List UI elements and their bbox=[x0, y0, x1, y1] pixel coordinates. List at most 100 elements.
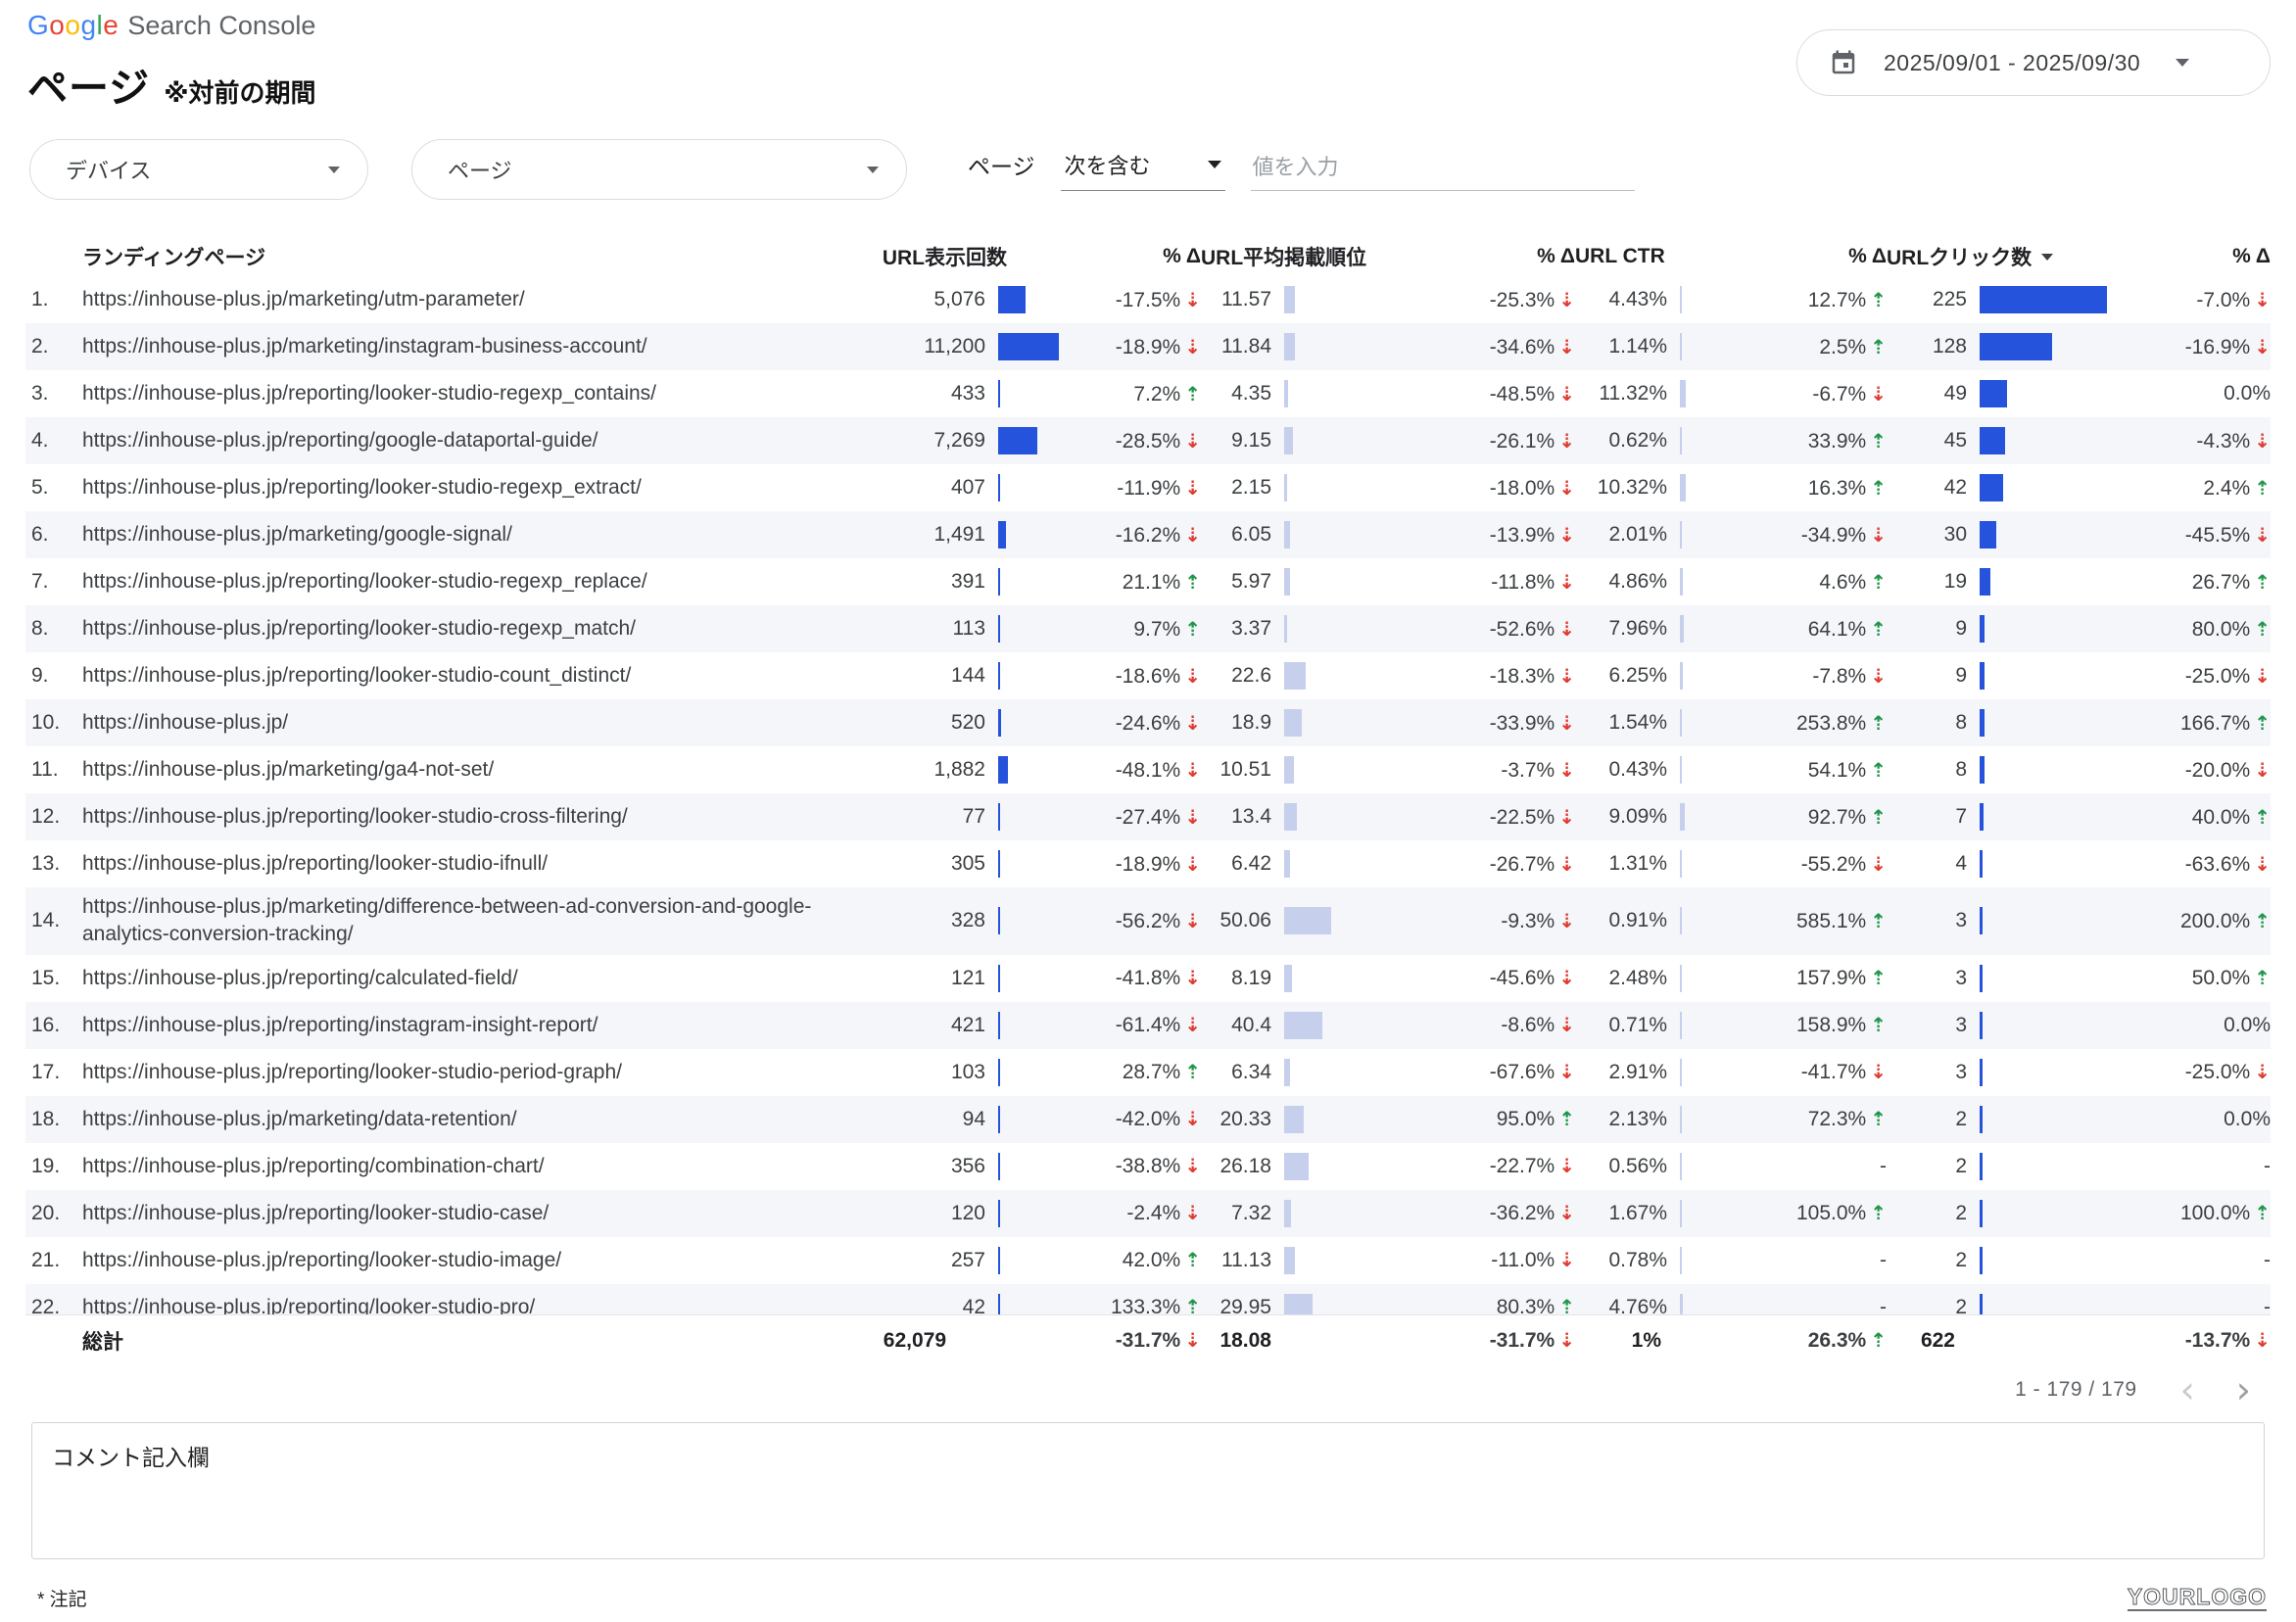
avg-position-bar-container bbox=[1279, 474, 1336, 501]
impressions-bar bbox=[998, 1012, 1000, 1039]
table-row[interactable]: 1.https://inhouse-plus.jp/marketing/utm-… bbox=[25, 276, 2271, 323]
col-header-ctr-delta[interactable]: % Δ bbox=[1693, 245, 1887, 268]
table-row[interactable]: 13.https://inhouse-plus.jp/reporting/loo… bbox=[25, 840, 2271, 887]
delta-down-icon: ⇣ bbox=[1184, 335, 1201, 358]
table-row[interactable]: 9.https://inhouse-plus.jp/reporting/look… bbox=[25, 652, 2271, 699]
row-rank: 22. bbox=[25, 1296, 82, 1314]
prev-page-icon[interactable]: ‹ bbox=[2175, 1371, 2201, 1408]
table-row[interactable]: 7.https://inhouse-plus.jp/reporting/look… bbox=[25, 558, 2271, 605]
condition-value-input[interactable] bbox=[1251, 155, 1635, 191]
table-row[interactable]: 3.https://inhouse-plus.jp/reporting/look… bbox=[25, 370, 2271, 417]
clicks-delta: 40.0%⇡ bbox=[2112, 805, 2271, 830]
avg-position-bar bbox=[1284, 333, 1295, 360]
clicks-bar bbox=[1980, 850, 1983, 878]
condition-operator-select[interactable]: 次を含む bbox=[1061, 149, 1225, 191]
col-header-avg-position[interactable]: URL平均掲載順位 bbox=[1201, 242, 1336, 271]
avg-position-value: 26.18 bbox=[1201, 1155, 1279, 1178]
impressions-value: 1,491 bbox=[856, 523, 993, 547]
col-header-clicks-delta[interactable]: % Δ bbox=[2112, 245, 2271, 268]
page-filter-dropdown[interactable]: ページ bbox=[411, 139, 907, 200]
impressions-delta: 42.0%⇡ bbox=[1062, 1248, 1201, 1272]
clicks-delta: 166.7%⇡ bbox=[2112, 711, 2271, 736]
avg-position-bar-container bbox=[1279, 850, 1336, 878]
avg-position-bar-container bbox=[1279, 756, 1336, 784]
table-row[interactable]: 16.https://inhouse-plus.jp/reporting/ins… bbox=[25, 1002, 2271, 1049]
date-range-picker[interactable]: 2025/09/01 - 2025/09/30 bbox=[1796, 29, 2271, 96]
col-header-impressions[interactable]: URL表示回数 bbox=[856, 242, 1062, 271]
row-rank: 7. bbox=[25, 570, 82, 594]
row-rank: 10. bbox=[25, 711, 82, 735]
avg-position-bar bbox=[1284, 615, 1287, 643]
avg-position-bar-container bbox=[1279, 1294, 1336, 1314]
table-row[interactable]: 15.https://inhouse-plus.jp/reporting/cal… bbox=[25, 955, 2271, 1002]
avg-position-value: 9.15 bbox=[1201, 429, 1279, 453]
table-row[interactable]: 17.https://inhouse-plus.jp/reporting/loo… bbox=[25, 1049, 2271, 1096]
table-row[interactable]: 4.https://inhouse-plus.jp/reporting/goog… bbox=[25, 417, 2271, 464]
ctr-delta: -55.2%⇣ bbox=[1693, 852, 1887, 877]
table-row[interactable]: 22.https://inhouse-plus.jp/reporting/loo… bbox=[25, 1284, 2271, 1314]
ctr-value: 2.13% bbox=[1575, 1108, 1675, 1131]
col-header-avg-position-delta[interactable]: % Δ bbox=[1336, 245, 1575, 268]
delta-down-icon: ⇣ bbox=[2254, 664, 2271, 688]
clicks-delta: -45.5%⇣ bbox=[2112, 523, 2271, 548]
delta-up-icon: ⇡ bbox=[1870, 335, 1887, 358]
table-row[interactable]: 12.https://inhouse-plus.jp/reporting/loo… bbox=[25, 793, 2271, 840]
clicks-value: 2 bbox=[1887, 1296, 1975, 1314]
table-row[interactable]: 10.https://inhouse-plus.jp/520-24.6%⇣18.… bbox=[25, 699, 2271, 746]
avg-position-delta: -9.3%⇣ bbox=[1336, 909, 1575, 933]
table-row[interactable]: 21.https://inhouse-plus.jp/reporting/loo… bbox=[25, 1237, 2271, 1284]
ctr-bar bbox=[1680, 333, 1682, 360]
table-row[interactable]: 2.https://inhouse-plus.jp/marketing/inst… bbox=[25, 323, 2271, 370]
ctr-bar-container bbox=[1675, 1106, 1693, 1133]
table-row[interactable]: 20.https://inhouse-plus.jp/reporting/loo… bbox=[25, 1190, 2271, 1237]
col-header-clicks[interactable]: URLクリック数 bbox=[1887, 242, 2112, 271]
ctr-delta: - bbox=[1693, 1296, 1887, 1314]
delta-down-icon: ⇣ bbox=[1558, 382, 1575, 406]
clicks-delta: -4.3%⇣ bbox=[2112, 429, 2271, 453]
device-filter-label: デバイス bbox=[66, 154, 151, 185]
clicks-value: 4 bbox=[1887, 852, 1975, 876]
table-row[interactable]: 5.https://inhouse-plus.jp/reporting/look… bbox=[25, 464, 2271, 511]
page-title-note: ※対前の期間 bbox=[164, 73, 315, 110]
table-row[interactable]: 18.https://inhouse-plus.jp/marketing/dat… bbox=[25, 1096, 2271, 1143]
landing-page-url: https://inhouse-plus.jp/reporting/looker… bbox=[82, 1194, 856, 1233]
avg-position-bar-container bbox=[1279, 709, 1336, 737]
landing-page-url: https://inhouse-plus.jp/reporting/instag… bbox=[82, 1006, 856, 1045]
ctr-value: 2.91% bbox=[1575, 1061, 1675, 1084]
clicks-bar-container bbox=[1975, 380, 2112, 407]
comment-box[interactable]: コメント記入欄 bbox=[31, 1422, 2265, 1559]
device-filter-dropdown[interactable]: デバイス bbox=[29, 139, 368, 200]
impressions-value: 433 bbox=[856, 382, 993, 406]
ctr-delta: 253.8%⇡ bbox=[1693, 711, 1887, 736]
avg-position-bar bbox=[1284, 803, 1297, 831]
delta-down-icon: ⇣ bbox=[1558, 664, 1575, 688]
col-header-impressions-delta[interactable]: % Δ bbox=[1062, 245, 1201, 268]
google-logo-letter: g bbox=[80, 10, 96, 40]
next-page-icon[interactable]: › bbox=[2230, 1371, 2257, 1408]
row-rank: 6. bbox=[25, 523, 82, 547]
impressions-value: 103 bbox=[856, 1061, 993, 1084]
ctr-delta: 33.9%⇡ bbox=[1693, 429, 1887, 453]
logo-suffix: Search Console bbox=[127, 11, 315, 41]
table-row[interactable]: 6.https://inhouse-plus.jp/marketing/goog… bbox=[25, 511, 2271, 558]
delta-down-icon: ⇣ bbox=[1558, 476, 1575, 500]
impressions-bar-container bbox=[993, 1247, 1062, 1274]
col-header-ctr[interactable]: URL CTR bbox=[1575, 245, 1693, 268]
table-row[interactable]: 11.https://inhouse-plus.jp/marketing/ga4… bbox=[25, 746, 2271, 793]
delta-down-icon: ⇣ bbox=[1184, 711, 1201, 735]
impressions-delta: -18.9%⇣ bbox=[1062, 335, 1201, 359]
table-row[interactable]: 8.https://inhouse-plus.jp/reporting/look… bbox=[25, 605, 2271, 652]
delta-down-icon: ⇣ bbox=[1558, 1201, 1575, 1224]
landing-page-url: https://inhouse-plus.jp/reporting/looker… bbox=[82, 1288, 856, 1314]
col-header-landing-page[interactable]: ランディングページ bbox=[82, 242, 856, 271]
clicks-delta: -25.0%⇣ bbox=[2112, 1060, 2271, 1084]
row-rank: 5. bbox=[25, 476, 82, 500]
delta-up-icon: ⇡ bbox=[2254, 570, 2271, 594]
delta-up-icon: ⇡ bbox=[1870, 711, 1887, 735]
delta-down-icon: ⇣ bbox=[1184, 1201, 1201, 1224]
table-row[interactable]: 19.https://inhouse-plus.jp/reporting/com… bbox=[25, 1143, 2271, 1190]
table-row[interactable]: 14.https://inhouse-plus.jp/marketing/dif… bbox=[25, 887, 2271, 955]
delta-down-icon: ⇣ bbox=[1184, 966, 1201, 989]
clicks-value: 2 bbox=[1887, 1108, 1975, 1131]
table-total-row: 総計62,079-31.7%⇣18.08-31.7%⇣1%26.3%⇡622-1… bbox=[25, 1314, 2271, 1365]
